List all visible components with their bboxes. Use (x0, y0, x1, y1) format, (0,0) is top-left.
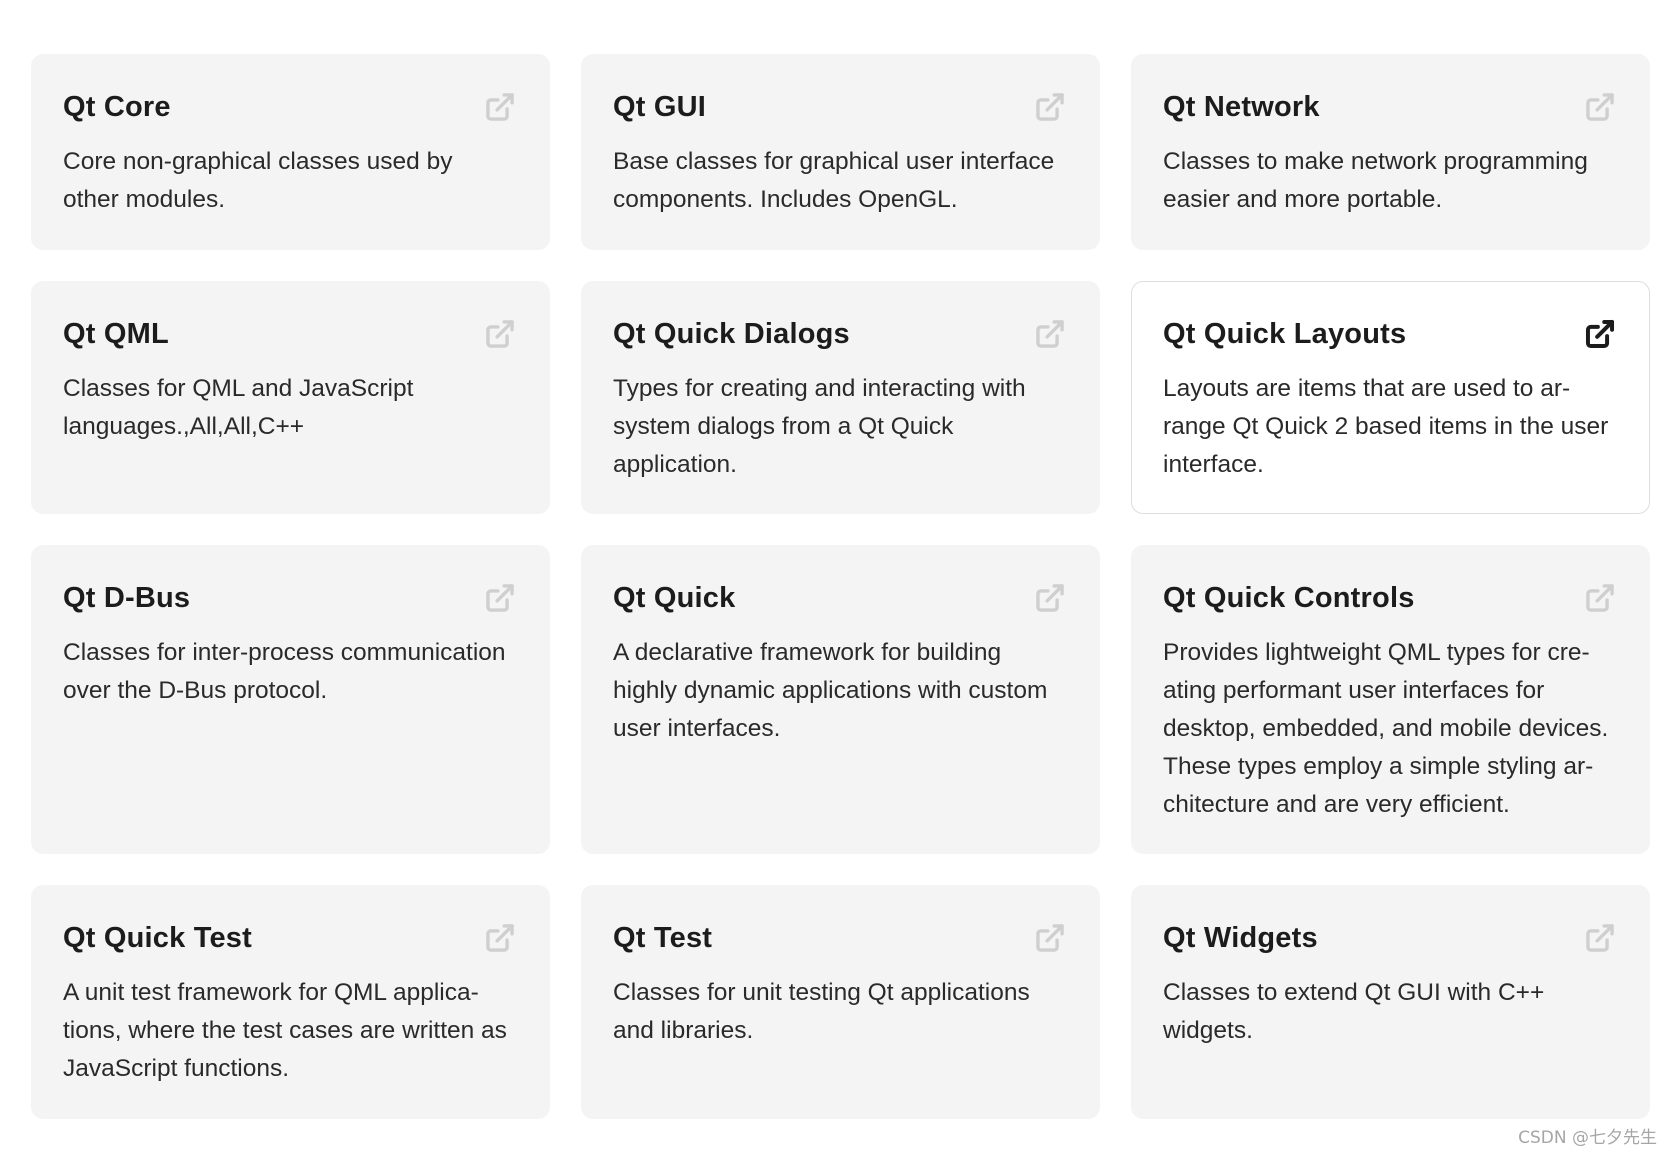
card-header: Qt Test (613, 916, 1068, 960)
external-link-icon[interactable] (1033, 581, 1067, 615)
external-link-icon[interactable] (483, 581, 517, 615)
card-description: A declarative framework for building hig… (613, 639, 1048, 742)
card-description: Core non-graphical classes used by other… (63, 148, 453, 213)
card-title: Qt D-Bus (63, 582, 191, 614)
module-card-qt-quick-test[interactable]: Qt Quick Test A unit test framework for … (31, 885, 550, 1119)
module-card-qt-quick-dialogs[interactable]: Qt Quick Dialogs Types for creating and … (581, 281, 1100, 514)
card-title: Qt Quick Dialogs (613, 318, 850, 350)
card-description: Classes for inter-process communication … (63, 639, 506, 704)
card-header: Qt Quick Dialogs (613, 312, 1068, 356)
card-header: Qt D-Bus (63, 576, 518, 620)
card-header: Qt QML (63, 312, 518, 356)
card-description: Classes to extend Qt GUI with C++ widget… (1163, 979, 1545, 1044)
module-card-qt-quick-layouts[interactable]: Qt Quick Layouts Layouts are items that … (1131, 281, 1650, 514)
card-description: Classes for QML and JavaScript languages… (63, 375, 414, 440)
card-title: Qt Test (613, 922, 713, 954)
module-card-grid: Qt Core Core non-graphical classes used … (31, 54, 1651, 1119)
card-description: Base classes for graphical user interfac… (613, 148, 1055, 213)
module-card-qt-quick[interactable]: Qt Quick A declarative framework for bui… (581, 545, 1100, 854)
external-link-icon[interactable] (1033, 90, 1067, 124)
external-link-icon[interactable] (483, 921, 517, 955)
card-description: Classes to make network programming easi… (1163, 148, 1588, 213)
module-card-qt-qml[interactable]: Qt QML Classes for QML and JavaScript la… (31, 281, 550, 514)
external-link-icon[interactable] (1583, 581, 1617, 615)
card-header: Qt Quick Layouts (1163, 312, 1618, 356)
card-title: Qt Core (63, 91, 171, 123)
external-link-icon[interactable] (483, 90, 517, 124)
module-card-qt-gui[interactable]: Qt GUI Base classes for graphical user i… (581, 54, 1100, 250)
module-card-qt-network[interactable]: Qt Network Classes to make network progr… (1131, 54, 1650, 250)
external-link-icon[interactable] (1583, 317, 1617, 351)
card-header: Qt GUI (613, 85, 1068, 129)
card-title: Qt Quick Controls (1163, 582, 1415, 614)
card-description: Types for creating and interacting with … (613, 375, 1026, 478)
card-title: Qt GUI (613, 91, 707, 123)
module-card-qt-d-bus[interactable]: Qt D-Bus Classes for inter-process commu… (31, 545, 550, 854)
card-header: Qt Network (1163, 85, 1618, 129)
card-description: A unit test framework for QML applica­ti… (63, 979, 507, 1082)
module-card-qt-test[interactable]: Qt Test Classes for unit testing Qt appl… (581, 885, 1100, 1119)
card-header: Qt Widgets (1163, 916, 1618, 960)
external-link-icon[interactable] (1583, 90, 1617, 124)
card-header: Qt Quick Test (63, 916, 518, 960)
external-link-icon[interactable] (1033, 921, 1067, 955)
card-description: Classes for unit testing Qt applications… (613, 979, 1030, 1044)
card-description: Layouts are items that are used to ar­ra… (1163, 375, 1609, 478)
card-description: Provides lightweight QML types for cre­a… (1163, 639, 1609, 818)
card-title: Qt Quick Test (63, 922, 252, 954)
watermark-text: CSDN @七夕先生 (1518, 1128, 1657, 1148)
external-link-icon[interactable] (1583, 921, 1617, 955)
external-link-icon[interactable] (483, 317, 517, 351)
card-title: Qt Quick (613, 582, 736, 614)
card-title: Qt Network (1163, 91, 1320, 123)
module-card-qt-widgets[interactable]: Qt Widgets Classes to extend Qt GUI with… (1131, 885, 1650, 1119)
external-link-icon[interactable] (1033, 317, 1067, 351)
module-card-qt-quick-controls[interactable]: Qt Quick Controls Provides lightweight Q… (1131, 545, 1650, 854)
module-card-qt-core[interactable]: Qt Core Core non-graphical classes used … (31, 54, 550, 250)
card-title: Qt QML (63, 318, 169, 350)
card-header: Qt Quick (613, 576, 1068, 620)
card-header: Qt Quick Controls (1163, 576, 1618, 620)
card-header: Qt Core (63, 85, 518, 129)
card-title: Qt Widgets (1163, 922, 1318, 954)
card-title: Qt Quick Layouts (1163, 318, 1407, 350)
